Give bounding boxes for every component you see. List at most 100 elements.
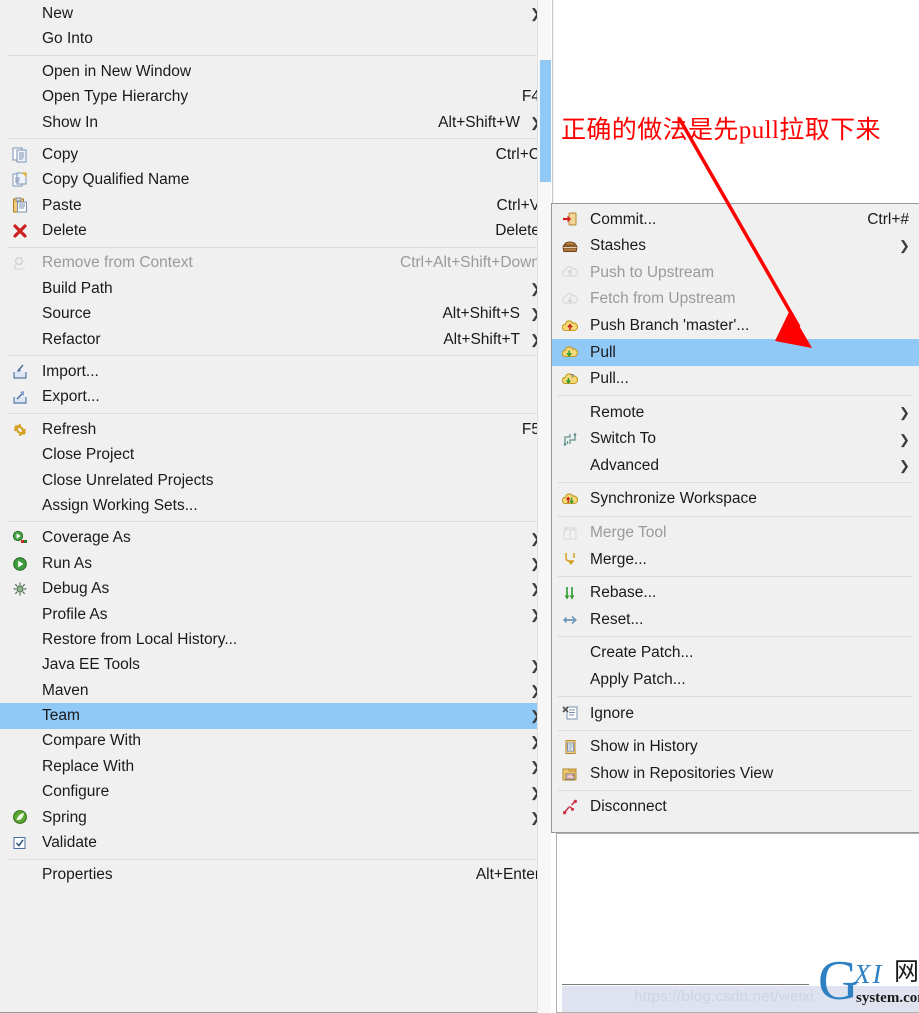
menu-item-copy-qualified-name[interactable]: Copy Qualified Name — [0, 167, 550, 192]
fetch-upstream-icon — [561, 290, 579, 308]
menu-item-configure[interactable]: Configure ❯ — [0, 779, 550, 804]
menu-separator — [558, 635, 913, 637]
context-menu-scrollbar[interactable] — [537, 0, 551, 1013]
menu-separator — [8, 137, 542, 139]
menu-item-synchronize-workspace[interactable]: Synchronize Workspace — [552, 486, 919, 513]
menu-item-open-in-new-window[interactable]: Open in New Window — [0, 59, 550, 84]
menu-item-source[interactable]: Source Alt+Shift+S ❯ — [0, 301, 550, 326]
menu-item-remote[interactable]: Remote ❯ — [552, 399, 919, 426]
menu-item-refactor[interactable]: Refactor Alt+Shift+T ❯ — [0, 327, 550, 352]
menu-item-label: Show In — [42, 113, 99, 131]
menu-item-label: Apply Patch... — [590, 671, 686, 689]
editor-left-edge — [552, 0, 554, 203]
annotation-text: 正确的做法是先pull拉取下来 — [561, 117, 881, 144]
menu-item-import[interactable]: Import... — [0, 359, 550, 384]
menu-item-paste[interactable]: Paste Ctrl+V — [0, 193, 550, 218]
menu-item-team[interactable]: Team ❯ — [0, 703, 550, 729]
chevron-right-icon: ❯ — [899, 404, 910, 420]
ignore-icon — [561, 704, 579, 722]
menu-item-switch-to[interactable]: Switch To ❯ — [552, 426, 919, 453]
menu-item-label: Stashes — [590, 237, 647, 255]
menu-item-merge-tool: Merge Tool — [552, 520, 919, 547]
menu-item-label: Reset... — [590, 610, 644, 628]
stashes-icon — [561, 237, 579, 255]
menu-item-label: Restore from Local History... — [42, 630, 238, 648]
menu-item-replace-with[interactable]: Replace With ❯ — [0, 754, 550, 779]
menu-item-new[interactable]: New ❯ — [0, 1, 550, 26]
menu-item-push-branch-master[interactable]: Push Branch 'master'... — [552, 312, 919, 339]
menu-item-stashes[interactable]: Stashes ❯ — [552, 233, 919, 260]
menu-item-run-as[interactable]: Run As ❯ — [0, 551, 550, 576]
menu-item-label: Close Project — [42, 446, 135, 464]
commit-icon — [561, 210, 579, 228]
rebase-icon — [561, 584, 579, 602]
checkbox-checked-icon — [11, 834, 29, 852]
remove-from-context-icon — [11, 254, 29, 272]
menu-item-close-project[interactable]: Close Project — [0, 442, 550, 467]
menu-item-debug-as[interactable]: Debug As ❯ — [0, 576, 550, 601]
gxi-logo-wang: 网 — [894, 957, 919, 986]
menu-item-label: Delete — [42, 222, 87, 240]
menu-item-create-patch[interactable]: Create Patch... — [552, 640, 919, 667]
scrollbar-thumb[interactable] — [540, 60, 551, 182]
menu-item-spring[interactable]: Spring ❯ — [0, 805, 550, 830]
menu-item-compare-with[interactable]: Compare With ❯ — [0, 729, 550, 754]
menu-item-advanced[interactable]: Advanced ❯ — [552, 452, 919, 479]
menu-item-label: Merge... — [590, 550, 647, 568]
menu-item-merge[interactable]: Merge... — [552, 546, 919, 573]
menu-item-label: Spring — [42, 808, 87, 826]
menu-item-assign-working-sets[interactable]: Assign Working Sets... — [0, 493, 550, 518]
menu-item-pull[interactable]: Pull — [552, 338, 919, 366]
menu-item-properties[interactable]: Properties Alt+Enter — [0, 863, 550, 888]
menu-item-build-path[interactable]: Build Path ❯ — [0, 276, 550, 301]
menu-item-label: Pull... — [590, 370, 629, 388]
menu-item-java-ee-tools[interactable]: Java EE Tools ❯ — [0, 652, 550, 677]
menu-separator — [8, 521, 542, 523]
menu-item-close-unrelated-projects[interactable]: Close Unrelated Projects — [0, 468, 550, 493]
menu-item-rebase[interactable]: Rebase... — [552, 580, 919, 607]
menu-item-show-in-repositories-view[interactable]: GIT Show in Repositories View — [552, 760, 919, 787]
menu-item-pull[interactable]: ? Pull... — [552, 366, 919, 393]
menu-item-label: Fetch from Upstream — [590, 290, 736, 308]
menu-item-go-into[interactable]: Go Into — [0, 26, 550, 51]
menu-item-label: Synchronize Workspace — [590, 490, 757, 508]
menu-item-restore-from-local-history[interactable]: Restore from Local History... — [0, 627, 550, 652]
menu-item-ignore[interactable]: Ignore — [552, 700, 919, 727]
menu-item-label: Pull — [590, 343, 616, 361]
menu-item-show-in[interactable]: Show In Alt+Shift+W ❯ — [0, 110, 550, 135]
menu-item-label: Validate — [42, 834, 97, 852]
menu-item-label: Copy — [42, 145, 79, 163]
menu-item-label: Close Unrelated Projects — [42, 471, 214, 489]
menu-item-label: Push Branch 'master'... — [590, 316, 750, 334]
menu-item-maven[interactable]: Maven ❯ — [0, 678, 550, 703]
menu-item-coverage-as[interactable]: Coverage As ❯ — [0, 525, 550, 550]
menu-item-commit[interactable]: Commit... Ctrl+# — [552, 206, 919, 233]
menu-item-label: Open in New Window — [42, 62, 192, 80]
menu-item-label: Commit... — [590, 210, 657, 228]
menu-item-label: Import... — [42, 363, 99, 381]
gxi-logo-subtitle: system.com — [856, 990, 919, 1006]
merge-tool-icon — [561, 524, 579, 542]
menu-item-open-type-hierarchy[interactable]: Open Type Hierarchy F4 — [0, 84, 550, 109]
push-branch-icon — [561, 317, 579, 335]
team-submenu[interactable]: Commit... Ctrl+# Stashes ❯ Push to Upstream F… — [551, 203, 919, 833]
synchronize-icon — [561, 490, 579, 508]
menu-item-label: Export... — [42, 388, 100, 406]
pull-config-icon: ? — [561, 370, 579, 388]
menu-item-apply-patch[interactable]: Apply Patch... — [552, 667, 919, 694]
menu-item-refresh[interactable]: Refresh F5 — [0, 417, 550, 442]
menu-item-show-in-history[interactable]: Show in History — [552, 734, 919, 761]
copy-icon — [11, 146, 29, 164]
project-context-menu[interactable]: New ❯ Go Into Open in New Window Open Type H… — [0, 0, 551, 1013]
menu-item-delete[interactable]: Delete Delete — [0, 218, 550, 243]
menu-item-reset[interactable]: Reset... — [552, 606, 919, 633]
menu-item-accelerator: Ctrl+V — [496, 196, 541, 214]
menu-separator — [8, 412, 542, 414]
menu-item-validate[interactable]: Validate — [0, 830, 550, 855]
menu-item-copy[interactable]: Copy Ctrl+C — [0, 142, 550, 167]
menu-item-disconnect[interactable]: Disconnect — [552, 794, 919, 821]
screenshot-root: https://blog.csdn.net/weixi G XI 网 syste… — [0, 0, 919, 1013]
delete-x-icon — [11, 222, 29, 240]
menu-item-export[interactable]: Export... — [0, 384, 550, 409]
menu-item-profile-as[interactable]: Profile As ❯ — [0, 602, 550, 627]
